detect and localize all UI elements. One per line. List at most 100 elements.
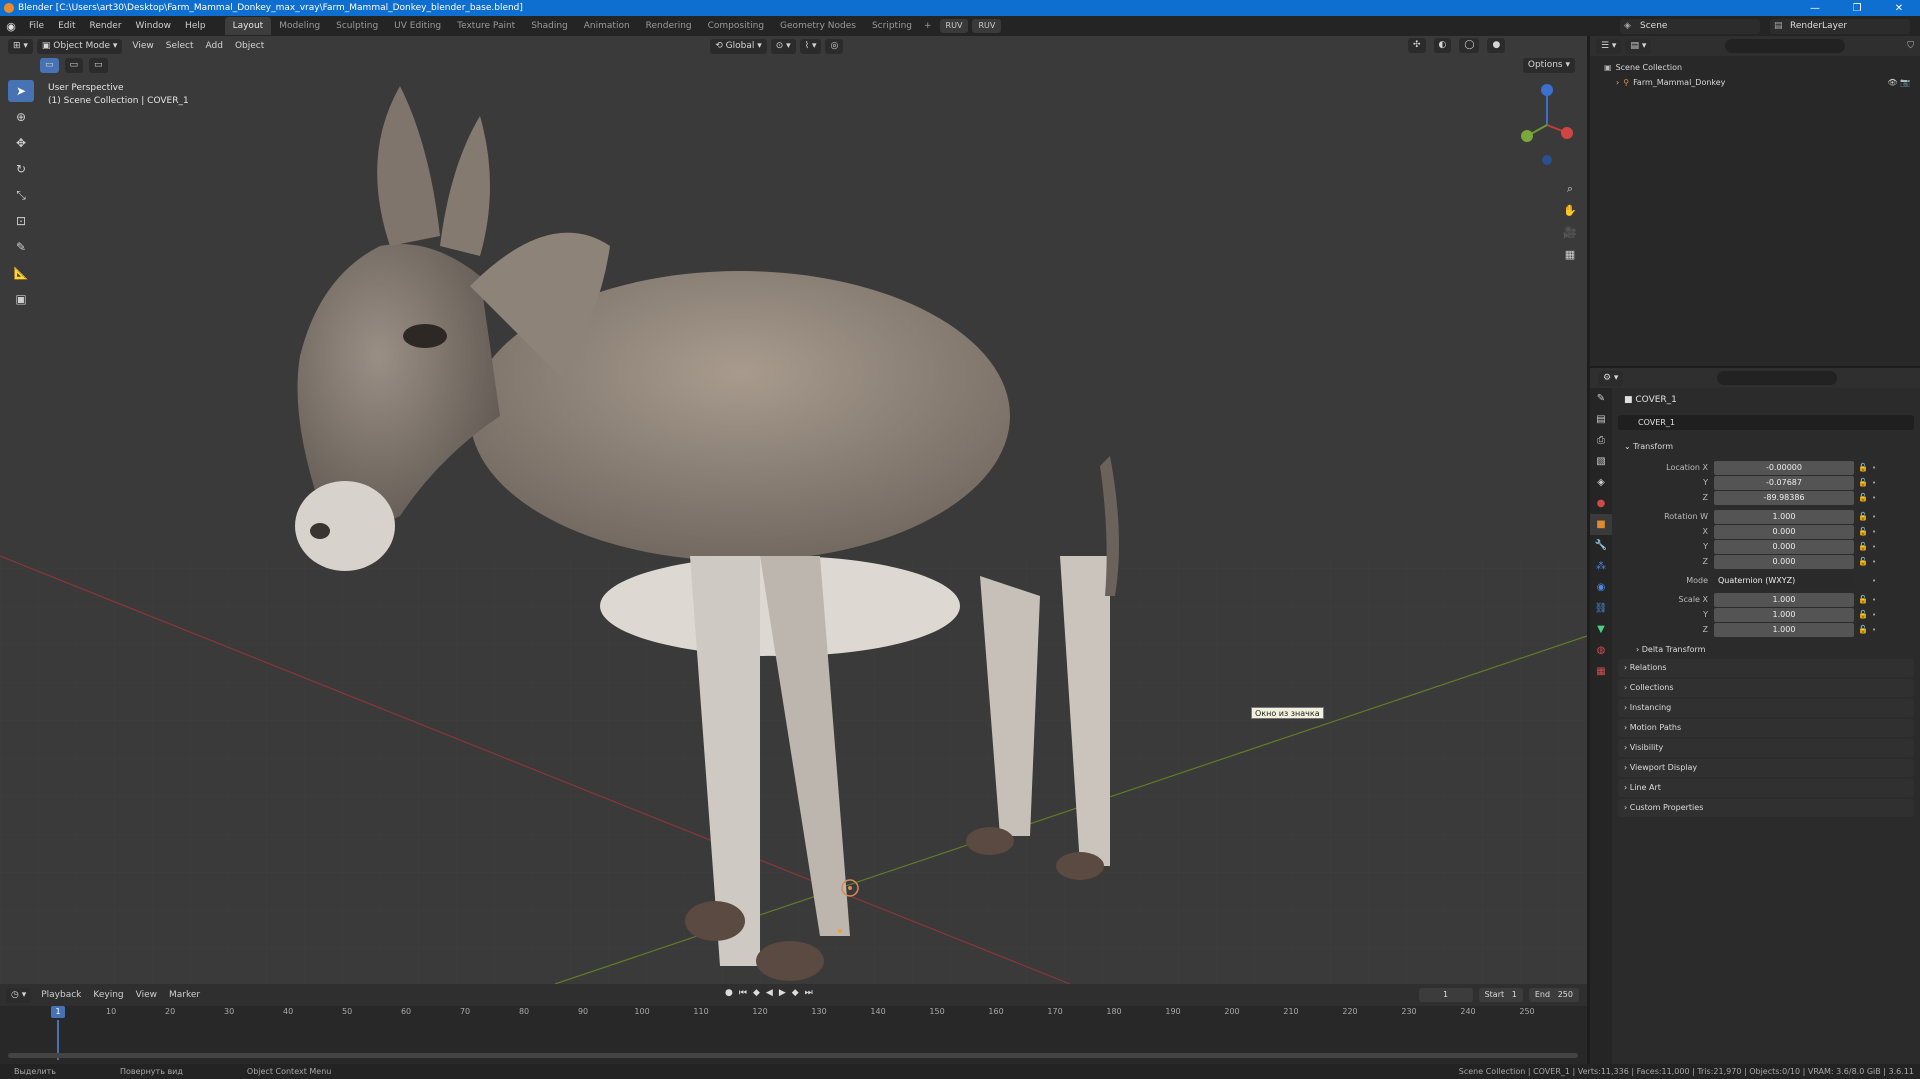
motion-paths-panel[interactable]: › Motion Paths [1618, 719, 1914, 737]
material-tab-icon[interactable]: ◍ [1590, 640, 1612, 661]
rotation-y-field[interactable]: 0.000 [1714, 539, 1854, 554]
outliner-editor-type-button[interactable]: ☰ ▾ [1596, 38, 1622, 54]
add-cube-tool-icon[interactable]: ▣ [8, 288, 34, 310]
object-name-field[interactable]: COVER_1 [1618, 415, 1914, 430]
expand-arrow-icon[interactable]: › [1616, 78, 1619, 87]
timeline-editor[interactable]: ◷ ▾ Playback Keying View Marker ● ⏮ ◆ ◀ … [0, 984, 1587, 1064]
lock-icon[interactable]: 🔓 [1854, 595, 1872, 604]
view-layer-tab-icon[interactable]: ▧ [1590, 451, 1612, 472]
editor-type-button[interactable]: ⊞ ▾ [8, 38, 33, 54]
transform-orientation-dropdown[interactable]: ⟲ Global ▾ [710, 38, 767, 54]
timeline-menu-marker[interactable]: Marker [163, 990, 206, 1000]
data-tab-icon[interactable]: ▼ [1590, 619, 1612, 640]
tab-texture-paint[interactable]: Texture Paint [449, 17, 523, 35]
keyframe-dot-icon[interactable]: • [1872, 558, 1876, 566]
blender-logo-icon[interactable]: ◉ [0, 20, 22, 33]
location-z-field[interactable]: -89.98386 [1714, 490, 1854, 505]
render-tab-icon[interactable]: ▤ [1590, 409, 1612, 430]
scale-y-field[interactable]: 1.000 [1714, 607, 1854, 622]
timeline-scrollbar[interactable] [8, 1053, 1578, 1058]
texture-tab-icon[interactable]: ▦ [1590, 661, 1612, 682]
pivot-point-button[interactable]: ⊙ ▾ [770, 38, 796, 54]
timeline-menu-playback[interactable]: Playback [35, 990, 87, 1000]
prev-key-icon[interactable]: ◆ [753, 988, 760, 998]
viewport-menu-select[interactable]: Select [160, 41, 200, 51]
navigation-gizmo[interactable]: ⌕ ✋ 🎥 ▦ [1507, 80, 1587, 261]
lock-icon[interactable]: 🔓 [1854, 557, 1872, 566]
keyframe-dot-icon[interactable]: • [1872, 543, 1876, 551]
tab-layout[interactable]: Layout [224, 17, 272, 35]
lock-icon[interactable]: 🔓 [1854, 493, 1872, 502]
play-reverse-icon[interactable]: ◀ [766, 988, 773, 998]
custom-properties-panel[interactable]: › Custom Properties [1618, 799, 1914, 817]
select-new-icon[interactable]: ▭ [40, 58, 59, 73]
visibility-panel[interactable]: › Visibility [1618, 739, 1914, 757]
overlay-toggle[interactable]: ◐ [1433, 38, 1452, 53]
particles-tab-icon[interactable]: ⁂ [1590, 556, 1612, 577]
transform-panel-header[interactable]: ⌄ Transform [1618, 438, 1914, 456]
collections-panel[interactable]: › Collections [1618, 679, 1914, 697]
3d-viewport[interactable]: ⊞ ▾ ▣ Object Mode ▾ View Select Add Obje… [0, 36, 1587, 984]
outliner-filter-icon[interactable]: ⛉ [1907, 41, 1914, 51]
keyframe-dot-icon[interactable]: • [1872, 577, 1876, 585]
grid-toggle-icon[interactable]: ▦ [1561, 246, 1579, 264]
rotation-mode-dropdown[interactable]: Quaternion (WXYZ) [1714, 573, 1854, 588]
delta-transform-panel[interactable]: › Delta Transform [1618, 641, 1914, 659]
select-subtract-icon[interactable]: ▭ [89, 58, 108, 73]
properties-panel[interactable]: ⚙ ▾ ✎ ▤ ⎙ ▧ ◈ ● ■ 🔧 ⁂ ◉ ⛓ ▼ ◍ ▦ ■ COVER_… [1590, 368, 1920, 1064]
jump-end-icon[interactable]: ⏭ [805, 988, 813, 998]
rotation-z-field[interactable]: 0.000 [1714, 554, 1854, 569]
axis-gizmo-icon[interactable] [1507, 80, 1587, 170]
proportional-edit-button[interactable]: ◎ [825, 38, 844, 54]
minimize-button[interactable]: — [1794, 3, 1836, 14]
lock-icon[interactable]: 🔓 [1854, 463, 1872, 472]
menu-window[interactable]: Window [129, 16, 179, 36]
outliner-display-mode-button[interactable]: ▤ ▾ [1625, 38, 1652, 54]
visibility-eye-icon[interactable]: 👁 📷 [1887, 75, 1910, 90]
viewport-menu-object[interactable]: Object [229, 41, 270, 51]
tab-geometry-nodes[interactable]: Geometry Nodes [772, 17, 864, 35]
menu-edit[interactable]: Edit [51, 16, 82, 36]
keyframe-dot-icon[interactable]: • [1872, 464, 1876, 472]
rotation-w-field[interactable]: 1.000 [1714, 509, 1854, 524]
tab-animation[interactable]: Animation [576, 17, 638, 35]
outliner-item-donkey[interactable]: › ⚲ Farm_Mammal_Donkey 👁 📷 [1590, 75, 1920, 90]
viewport-menu-add[interactable]: Add [200, 41, 229, 51]
snap-button[interactable]: ⌇ ▾ [799, 38, 822, 54]
jump-start-icon[interactable]: ⏮ [739, 988, 747, 998]
keyframe-dot-icon[interactable]: • [1872, 528, 1876, 536]
pan-hand-icon[interactable]: ✋ [1561, 202, 1579, 220]
timeline-ruler[interactable]: 1 10 20 30 40 50 60 70 80 90 100 110 120 130 140 150 160… [0, 1006, 1587, 1020]
lock-icon[interactable]: 🔓 [1854, 625, 1872, 634]
maximize-button[interactable]: ❐ [1836, 3, 1878, 14]
close-button[interactable]: ✕ [1878, 3, 1920, 14]
object-mode-dropdown[interactable]: ▣ Object Mode ▾ [36, 38, 123, 54]
options-dropdown[interactable]: Options ▾ [1522, 58, 1575, 73]
world-tab-icon[interactable]: ● [1590, 493, 1612, 514]
scene-tab-icon[interactable]: ◈ [1590, 472, 1612, 493]
camera-icon[interactable]: 🎥 [1561, 224, 1579, 242]
lock-icon[interactable]: 🔓 [1854, 478, 1872, 487]
ruv-button-1[interactable]: RUV [939, 19, 969, 33]
transform-tool-icon[interactable]: ⊡ [8, 210, 34, 232]
constraints-tab-icon[interactable]: ⛓ [1590, 598, 1612, 619]
start-frame-field[interactable]: Start 1 [1478, 988, 1523, 1002]
keyframe-dot-icon[interactable]: • [1872, 513, 1876, 521]
annotate-tool-icon[interactable]: ✎ [8, 236, 34, 258]
lock-icon[interactable]: 🔓 [1854, 542, 1872, 551]
location-x-field[interactable]: -0.00000 [1714, 460, 1854, 475]
current-frame-field[interactable]: 1 [1418, 988, 1473, 1002]
timeline-editor-type-button[interactable]: ◷ ▾ [6, 987, 32, 1003]
tab-compositing[interactable]: Compositing [700, 17, 772, 35]
instancing-panel[interactable]: › Instancing [1618, 699, 1914, 717]
modifier-tab-icon[interactable]: 🔧 [1590, 535, 1612, 556]
zoom-icon[interactable]: ⌕ [1561, 180, 1579, 198]
scale-z-field[interactable]: 1.000 [1714, 622, 1854, 637]
menu-file[interactable]: File [22, 16, 51, 36]
current-frame-marker[interactable]: 1 [51, 1006, 65, 1018]
outliner-search-input[interactable] [1725, 39, 1846, 53]
select-extend-icon[interactable]: ▭ [64, 58, 84, 73]
scale-tool-icon[interactable]: ⤡ [8, 184, 34, 206]
properties-search-input[interactable] [1717, 371, 1838, 385]
output-tab-icon[interactable]: ⎙ [1590, 430, 1612, 451]
